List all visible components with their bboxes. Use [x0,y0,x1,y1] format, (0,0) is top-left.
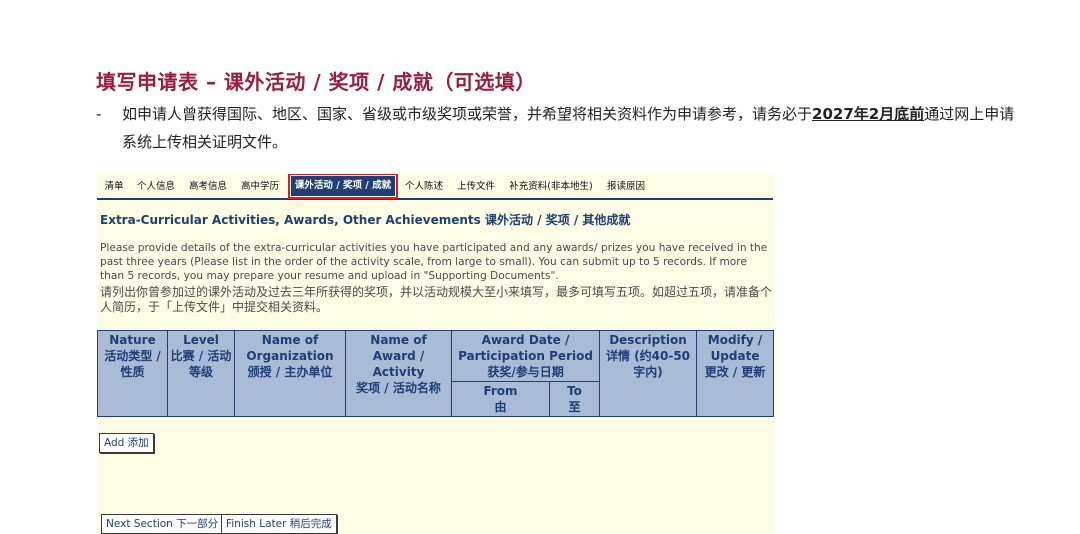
activities-table: Nature 活动类型 / 性质 Level 比赛 / 活动等级 Name of… [97,330,775,417]
column-header-organization: Name of Organization 颁授 / 主办单位 [234,330,346,417]
level-label-en: Level [183,333,219,347]
column-header-to: To 至 [548,381,601,417]
tab-high-school[interactable]: 高中学历 [237,178,283,195]
page-title: 填写申请表 – 课外活动 / 奖项 / 成就（可选填） [96,70,536,94]
from-label-en: From [483,384,518,398]
finish-later-button[interactable]: Finish Later 稍后完成 [221,514,337,534]
desc-label-en: Description [609,333,687,347]
section-heading: Extra-Curricular Activities, Awards, Oth… [100,213,631,227]
deadline-note-part1: 如申请人曾获得国际、地区、国家、省级或市级奖项或荣誉，并希望将相关资料作为申请参… [122,105,813,123]
nature-label-en: Nature [109,333,156,347]
application-form-screenshot: 清单 个人信息 高考信息 高中学历 课外活动 / 奖项 / 成就 个人陈述 上传… [97,174,775,534]
date-label-en: Award Date / Participation Period [458,333,593,363]
column-header-description: Description 详情 (约40-50字内) [599,330,698,417]
add-button[interactable]: Add 添加 [99,433,154,453]
level-label-zh: 比赛 / 活动等级 [170,349,232,379]
tab-activities-awards[interactable]: 课外活动 / 奖项 / 成就 [288,174,398,199]
form-tab-bar: 清单 个人信息 高考信息 高中学历 课外活动 / 奖项 / 成就 个人陈述 上传… [97,174,773,200]
tab-personal-info[interactable]: 个人信息 [133,178,179,195]
award-label-en: Name of Award / Activity [370,333,427,379]
tab-personal-statement[interactable]: 个人陈述 [401,178,447,195]
column-header-award-name: Name of Award / Activity 奖项 / 活动名称 [345,330,452,417]
date-label-zh: 获奖/参与日期 [487,365,564,379]
from-label-zh: 由 [494,400,507,414]
column-header-award-date: Award Date / Participation Period 获奖/参与日… [450,330,601,382]
column-header-level: Level 比赛 / 活动等级 [167,330,235,417]
tab-reasons[interactable]: 报读原因 [603,178,649,195]
column-header-nature: Nature 活动类型 / 性质 [97,330,168,417]
org-label-zh: 颁授 / 主办单位 [247,365,333,379]
instructions-english: Please provide details of the extra-curr… [100,242,768,282]
award-label-zh: 奖项 / 活动名称 [356,381,441,395]
tab-checklist[interactable]: 清单 [101,178,127,195]
to-label-en: To [567,384,582,398]
tab-gaokao-info[interactable]: 高考信息 [185,178,231,195]
deadline-note: - 如申请人曾获得国际、地区、国家、省级或市级奖项或荣誉，并希望将相关资料作为申… [96,100,1016,156]
instructions-chinese: 请列出你曾参加过的课外活动及过去三年所获得的奖项，并以活动规模大至小来填写，最多… [100,285,773,314]
next-section-button[interactable]: Next Section 下一部分 [101,514,224,534]
tab-supplementary-info[interactable]: 补充资料(非本地生) [505,178,597,195]
column-header-from: From 由 [451,381,550,417]
modify-label-en: Modify / Update [707,333,763,363]
bullet-dash: - [96,105,102,123]
deadline-note-text: 如申请人曾获得国际、地区、国家、省级或市级奖项或荣誉，并希望将相关资料作为申请参… [122,100,1016,156]
tab-upload-files[interactable]: 上传文件 [453,178,499,195]
column-header-modify: Modify / Update 更改 / 更新 [696,330,775,417]
org-label-en: Name of Organization [246,333,334,363]
desc-label-zh: 详情 (约40-50字内) [605,349,691,379]
deadline-date: 2027年2月底前 [812,105,925,123]
nature-label-zh: 活动类型 / 性质 [104,349,161,379]
modify-label-zh: 更改 / 更新 [704,365,766,379]
to-label-zh: 至 [568,400,581,414]
